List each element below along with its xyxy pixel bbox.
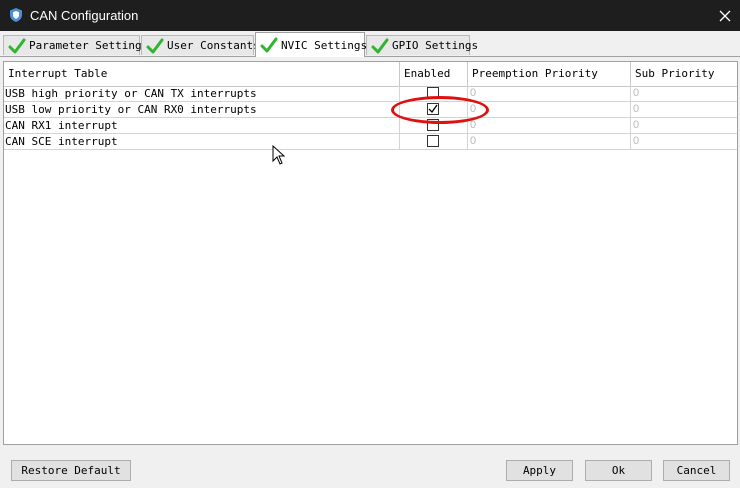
sub-priority-field[interactable]: 0 <box>631 134 737 149</box>
window-title: CAN Configuration <box>30 8 139 23</box>
nvic-table-panel: Interrupt Table Enabled Preemption Prior… <box>3 61 738 445</box>
shield-icon <box>10 8 22 22</box>
column-header-preemption-priority[interactable]: Preemption Priority <box>468 62 631 86</box>
column-header-interrupt-table[interactable]: Interrupt Table <box>4 62 400 86</box>
sub-priority-field[interactable]: 0 <box>631 86 737 101</box>
sub-priority-field[interactable]: 0 <box>631 102 737 117</box>
checkmark-icon <box>428 104 438 114</box>
mouse-cursor-icon <box>272 145 286 165</box>
check-icon <box>260 37 278 53</box>
preemption-priority-field[interactable]: 0 <box>468 86 631 101</box>
enabled-checkbox[interactable] <box>427 119 439 131</box>
preemption-priority-field[interactable]: 0 <box>468 134 631 149</box>
tab-label: GPIO Settings <box>392 39 479 52</box>
enabled-cell <box>400 86 468 101</box>
tab-label: Parameter Settings <box>29 39 149 52</box>
column-header-sub-priority[interactable]: Sub Priority <box>631 62 737 86</box>
table-row[interactable]: USB low priority or CAN RX0 interrupts 0… <box>4 102 737 118</box>
interrupt-name: USB low priority or CAN RX0 interrupts <box>4 102 400 117</box>
tab-user-constants[interactable]: User Constants <box>141 35 260 55</box>
enabled-cell <box>400 118 468 133</box>
interrupt-name: USB high priority or CAN TX interrupts <box>4 86 400 101</box>
restore-default-button[interactable]: Restore Default <box>11 460 131 481</box>
tab-label: NVIC Settings <box>281 38 368 52</box>
check-icon <box>8 38 26 53</box>
close-button[interactable] <box>710 0 740 31</box>
preemption-priority-field[interactable]: 0 <box>468 118 631 133</box>
table-row[interactable]: USB high priority or CAN TX interrupts 0… <box>4 86 737 102</box>
enabled-cell <box>400 102 468 117</box>
tab-strip: Parameter Settings User Constants NVIC S… <box>0 31 740 57</box>
ok-button[interactable]: Ok <box>585 460 652 481</box>
cancel-button[interactable]: Cancel <box>663 460 730 481</box>
enabled-cell <box>400 134 468 149</box>
sub-priority-field[interactable]: 0 <box>631 118 737 133</box>
close-icon[interactable] <box>719 10 731 22</box>
table-row[interactable]: CAN SCE interrupt 0 0 <box>4 134 737 150</box>
preemption-priority-field[interactable]: 0 <box>468 102 631 117</box>
enabled-checkbox[interactable] <box>427 103 439 115</box>
interrupt-name: CAN SCE interrupt <box>4 134 400 149</box>
check-icon <box>371 38 389 53</box>
tab-label: User Constants <box>167 39 260 52</box>
enabled-checkbox[interactable] <box>427 135 439 147</box>
apply-button[interactable]: Apply <box>506 460 573 481</box>
enabled-checkbox[interactable] <box>427 87 439 99</box>
interrupt-name: CAN RX1 interrupt <box>4 118 400 133</box>
table-header: Interrupt Table Enabled Preemption Prior… <box>4 62 737 87</box>
table-row[interactable]: CAN RX1 interrupt 0 0 <box>4 118 737 134</box>
tab-nvic-settings[interactable]: NVIC Settings <box>255 32 368 57</box>
column-header-enabled[interactable]: Enabled <box>400 62 468 86</box>
check-icon <box>146 38 164 53</box>
tab-parameter-settings[interactable]: Parameter Settings <box>3 35 148 55</box>
tab-gpio-settings[interactable]: GPIO Settings <box>366 35 478 55</box>
title-bar: CAN Configuration <box>0 0 740 31</box>
